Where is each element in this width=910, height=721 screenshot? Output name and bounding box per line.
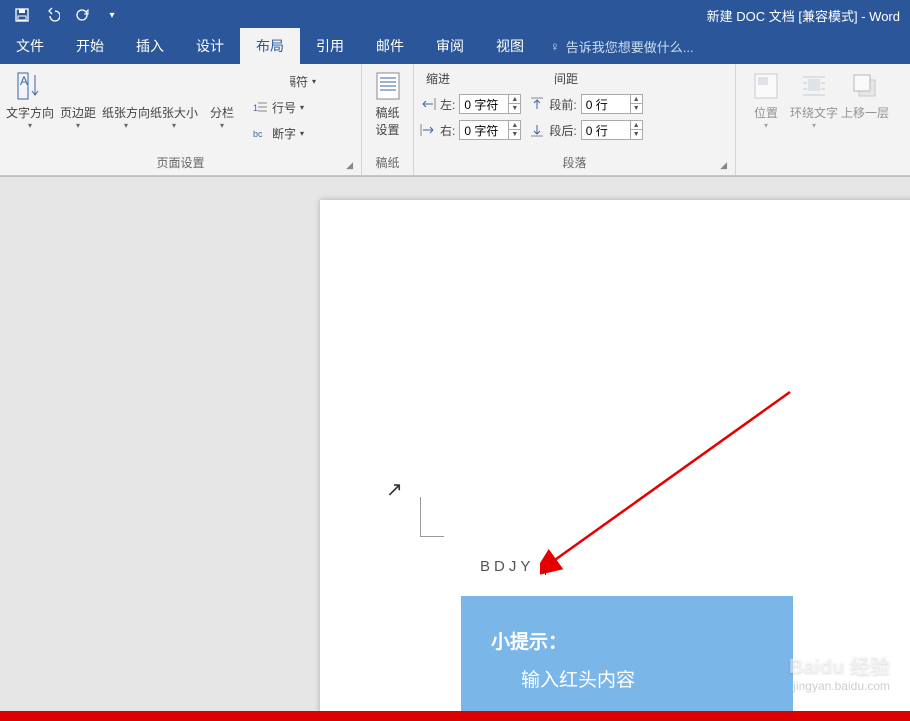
tab-file[interactable]: 文件 (0, 28, 60, 64)
spacing-after-input[interactable]: ▲▼ (581, 120, 643, 140)
chevron-up-icon[interactable]: ▲ (508, 121, 520, 130)
indent-left-icon (420, 96, 436, 112)
tip-title: 小提示： (491, 624, 763, 662)
group-paragraph: 缩进 间距 左: ▲▼ 右: (414, 64, 736, 175)
indent-left-value[interactable] (460, 97, 508, 111)
paragraph-launcher-icon[interactable]: ◢ (720, 160, 727, 171)
indent-right-label: 右: (440, 122, 455, 139)
document-workspace[interactable]: ↗ BDJY 小提示： 输入红头内容 Baidu 经验 jingyan.baid… (0, 176, 910, 711)
text-direction-icon: A (14, 70, 46, 102)
tip-callout: 小提示： 输入红头内容 (461, 596, 793, 711)
position-icon (750, 70, 782, 102)
group-label-manuscript: 稿纸 (368, 152, 407, 175)
group-label-paragraph: 段落 ◢ (420, 152, 729, 175)
page-setup-launcher-icon[interactable]: ◢ (346, 160, 353, 171)
tab-insert[interactable]: 插入 (120, 28, 180, 64)
group-arrange: 位置▾ 环绕文字▾ 上移一层 (736, 64, 898, 175)
svg-text:A: A (20, 74, 28, 88)
tab-review[interactable]: 审阅 (420, 28, 480, 64)
watermark-brand: Baidu 经验 (789, 656, 890, 678)
svg-text:bc: bc (253, 129, 263, 139)
tip-body: 输入红头内容 (491, 662, 763, 700)
tell-me-search[interactable]: ♀ 告诉我您想要做什么... (550, 37, 694, 64)
chevron-down-icon[interactable]: ▼ (508, 104, 520, 113)
tab-home[interactable]: 开始 (60, 28, 120, 64)
manuscript-settings-button[interactable]: 稿纸 设置 (368, 68, 407, 138)
watermark: Baidu 经验 jingyan.baidu.com (789, 650, 890, 693)
wrap-text-button[interactable]: 环绕文字▾ (790, 68, 838, 130)
tell-me-placeholder: 告诉我您想要做什么... (566, 37, 694, 56)
spacing-before-icon (529, 96, 545, 112)
hyphenation-button[interactable]: bc 断字▾ (252, 122, 316, 144)
chevron-down-icon[interactable]: ▼ (630, 104, 642, 113)
indent-right-input[interactable]: ▲▼ (459, 120, 521, 140)
chevron-up-icon[interactable]: ▲ (630, 121, 642, 130)
tab-references[interactable]: 引用 (300, 28, 360, 64)
spacing-after-label: 段后: (549, 122, 576, 139)
group-manuscript: 稿纸 设置 稿纸 (362, 64, 414, 175)
indent-heading: 缩进 (426, 70, 450, 87)
text-caret (536, 558, 545, 575)
indent-left-input[interactable]: ▲▼ (459, 94, 521, 114)
bring-forward-button[interactable]: 上移一层 (838, 68, 892, 121)
chevron-down-icon[interactable]: ▼ (508, 130, 520, 139)
group-label-page-setup: 页面设置 ◢ (6, 152, 355, 175)
spacing-after-icon (529, 122, 545, 138)
cursor-arrow-icon: ↗ (386, 477, 403, 502)
bring-forward-icon (849, 70, 881, 102)
undo-icon[interactable] (44, 7, 60, 23)
ribbon-blank-patch (60, 68, 290, 102)
chevron-up-icon[interactable]: ▲ (508, 95, 520, 104)
redo-icon[interactable] (74, 7, 90, 23)
save-icon[interactable] (14, 7, 30, 23)
document-text[interactable]: BDJY (480, 557, 546, 575)
spacing-before-value[interactable] (582, 97, 630, 111)
bottom-red-bar (0, 711, 910, 721)
tab-layout[interactable]: 布局 (240, 28, 300, 64)
tab-view[interactable]: 视图 (480, 28, 540, 64)
window-title: 新建 DOC 文档 [兼容模式] - Word (707, 6, 900, 25)
chevron-down-icon[interactable]: ▼ (630, 130, 642, 139)
lightbulb-icon: ♀ (550, 39, 560, 54)
qat-customize-icon[interactable]: ▾ (104, 7, 120, 23)
wrap-text-icon (798, 70, 830, 102)
watermark-url: jingyan.baidu.com (789, 679, 890, 693)
page-margin-mark (420, 497, 444, 537)
spacing-heading: 间距 (554, 70, 578, 87)
position-button[interactable]: 位置▾ (742, 68, 790, 130)
svg-text:1: 1 (253, 103, 258, 113)
indent-right-icon (420, 122, 436, 138)
hyphenation-icon: bc (252, 125, 268, 141)
tab-mailings[interactable]: 邮件 (360, 28, 420, 64)
quick-access-toolbar: ▾ (0, 7, 120, 23)
chevron-up-icon[interactable]: ▲ (630, 95, 642, 104)
title-bar: ▾ 新建 DOC 文档 [兼容模式] - Word (0, 0, 910, 30)
spacing-after-value[interactable] (582, 123, 630, 137)
spacing-before-input[interactable]: ▲▼ (581, 94, 643, 114)
text-direction-button[interactable]: A 文字方向▾ (6, 68, 54, 130)
indent-left-label: 左: (440, 96, 455, 113)
indent-right-value[interactable] (460, 123, 508, 137)
tab-design[interactable]: 设计 (180, 28, 240, 64)
ribbon-tabs: 文件 开始 插入 设计 布局 引用 邮件 审阅 视图 ♀ 告诉我您想要做什么..… (0, 30, 910, 64)
spacing-before-label: 段前: (549, 96, 576, 113)
manuscript-icon (372, 70, 404, 102)
